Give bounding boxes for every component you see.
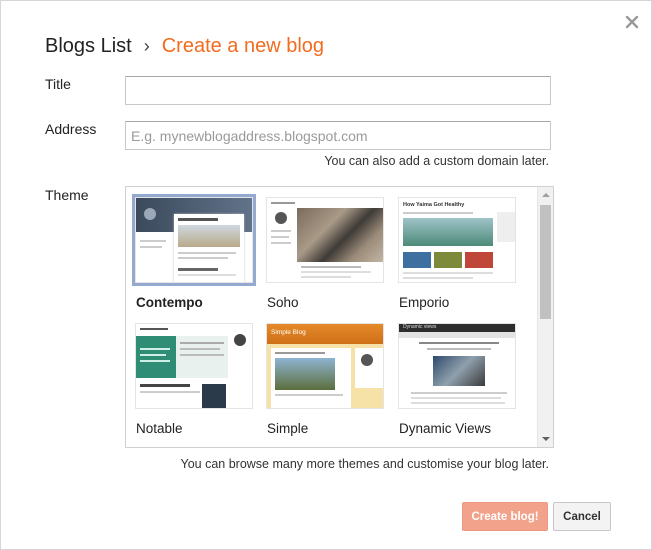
- arrow-up-icon[interactable]: [538, 187, 553, 203]
- theme-thumbnail-simple: Simple Blog: [266, 323, 384, 409]
- dynamic-thumb-heading: Dynamic views: [403, 324, 437, 330]
- simple-thumb-heading: Simple Blog: [271, 329, 306, 336]
- breadcrumb-separator: ›: [143, 35, 150, 56]
- address-input[interactable]: [125, 121, 551, 150]
- browse-themes-hint: You can browse many more themes and cust…: [180, 457, 549, 471]
- create-blog-dialog: Blogs List › Create a new blog Title Add…: [0, 0, 652, 550]
- theme-name: Simple: [267, 421, 309, 436]
- theme-thumbnail-notable: [135, 323, 253, 409]
- theme-thumbnail-emporio: How Yaima Got Healthy: [398, 197, 516, 283]
- emporio-thumb-heading: How Yaima Got Healthy: [403, 202, 465, 208]
- theme-thumbnail-frame: [132, 320, 256, 412]
- theme-thumbnail-contempo: [135, 197, 253, 283]
- theme-thumbnail-frame: [263, 194, 387, 286]
- breadcrumb-blogs-list[interactable]: Blogs List: [45, 35, 132, 58]
- theme-name: Contempo: [136, 295, 203, 310]
- theme-thumbnail-frame: Simple Blog: [263, 320, 387, 412]
- theme-thumbnail-frame: [132, 194, 256, 286]
- theme-name: Notable: [136, 421, 183, 436]
- theme-thumbnail-frame: Dynamic views: [395, 320, 519, 412]
- theme-thumbnail-dynamic-views: Dynamic views: [398, 323, 516, 409]
- create-blog-button[interactable]: Create blog!: [462, 502, 548, 531]
- theme-name: Emporio: [399, 295, 450, 310]
- arrow-down-icon[interactable]: [538, 431, 553, 447]
- theme-thumbnail-frame: How Yaima Got Healthy: [395, 194, 519, 286]
- breadcrumb: Blogs List › Create a new blog: [45, 33, 324, 59]
- theme-label: Theme: [45, 187, 89, 203]
- title-label: Title: [45, 76, 71, 92]
- theme-name: Soho: [267, 295, 299, 310]
- title-input[interactable]: [125, 76, 551, 105]
- theme-name: Dynamic Views: [399, 421, 492, 436]
- scrollbar-thumb[interactable]: [540, 205, 551, 319]
- page-title: Create a new blog: [161, 34, 325, 57]
- theme-scrollbar[interactable]: [537, 187, 553, 447]
- cancel-button[interactable]: Cancel: [553, 502, 611, 531]
- address-label: Address: [45, 121, 97, 137]
- custom-domain-hint: You can also add a custom domain later.: [324, 154, 549, 168]
- close-icon[interactable]: [623, 13, 641, 31]
- theme-thumbnail-soho: [266, 197, 384, 283]
- theme-picker[interactable]: Contempo Soho How Yaima Got Healthy Empo…: [125, 186, 554, 448]
